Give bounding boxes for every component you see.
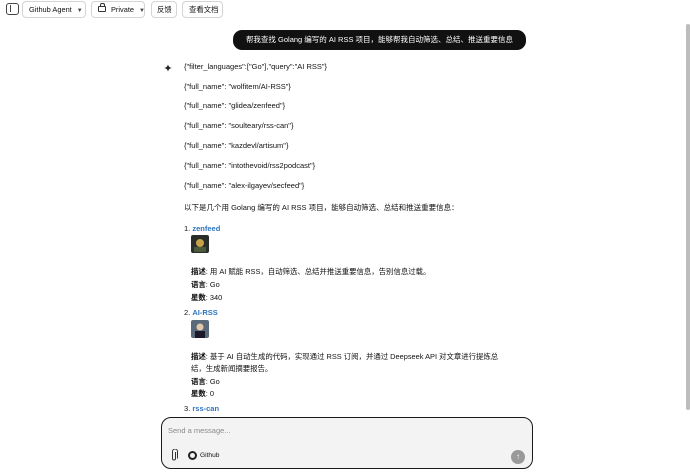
repo-avatar: [191, 320, 209, 338]
repo-link-ai-rss[interactable]: AI-RSS: [192, 308, 217, 317]
user-message: 帮我查找 Golang 编写的 AI RSS 项目，能够帮我自动筛选、总结、推送…: [233, 30, 526, 50]
tool-line: {"full_name": "intothevoid/rss2podcast"}: [184, 161, 316, 170]
scrollbar-thumb[interactable]: [686, 24, 690, 410]
tool-line: {"full_name": "glidea/zenfeed"}: [184, 101, 286, 110]
tool-line: {"full_name": "alex-ilgayev/secfeed"}: [184, 181, 305, 190]
github-chip[interactable]: Github: [200, 450, 219, 462]
result-stars: 星数: 0: [191, 387, 214, 400]
agent-select[interactable]: Github Agent ▼: [22, 1, 86, 18]
description-text: : 用 AI 赋能 RSS，自动筛选、总结并推送重要信息，告别信息过载。: [205, 267, 431, 276]
tool-line: {"full_name": "soulteary/rss-can"}: [184, 121, 294, 130]
repo-link-zenfeed[interactable]: zenfeed: [192, 224, 220, 233]
send-button[interactable]: ↑: [511, 450, 525, 464]
docs-button-label: 查看文档: [189, 5, 219, 14]
result-item: 1. zenfeed: [184, 224, 220, 233]
result-description: 描述: 用 AI 赋能 RSS，自动筛选、总结并推送重要信息，告别信息过载。: [191, 265, 430, 278]
lock-icon: [98, 3, 106, 12]
chevron-down-icon: ▼: [139, 8, 145, 14]
answer-intro: 以下是几个用 Golang 编写的 AI RSS 项目，能够自动筛选、总结和推送…: [184, 203, 459, 212]
language-label: 语言: [191, 280, 206, 289]
result-number: 2.: [184, 308, 191, 317]
sparkle-icon: ✦: [163, 63, 173, 75]
tool-line: {"full_name": "kazdevl/artisum"}: [184, 141, 289, 150]
stars-label: 星数: [191, 293, 206, 302]
description-label: 描述: [191, 352, 206, 361]
chevron-down-icon: ▼: [76, 8, 83, 14]
tool-line: {"full_name": "wolfitem/AI-RSS"}: [184, 82, 291, 91]
stars-value: : 340: [205, 293, 223, 302]
visibility-select[interactable]: Private ▼: [91, 1, 145, 18]
language-label: 语言: [191, 377, 206, 386]
repo-avatar: [191, 235, 209, 253]
github-icon: [188, 451, 197, 460]
agent-select-label: Github Agent: [29, 5, 72, 14]
description-text: : 基于 AI 自动生成的代码，实现通过 RSS 订阅，并通过 Deepseek…: [205, 352, 499, 361]
top-bar: Github Agent ▼ Private ▼ 反馈 查看文档: [0, 0, 690, 20]
stars-label: 星数: [191, 389, 206, 398]
result-language: 语言: Go: [191, 278, 220, 291]
stars-value: : 0: [205, 389, 215, 398]
result-number: 3.: [184, 404, 191, 413]
paperclip-icon[interactable]: [170, 449, 178, 462]
docs-button[interactable]: 查看文档: [182, 1, 223, 18]
description-label: 描述: [191, 267, 206, 276]
sidebar-toggle-icon[interactable]: [6, 3, 19, 15]
language-value: : Go: [205, 280, 220, 289]
result-description-cont: 结，生成新闻摘要报告。: [191, 364, 273, 373]
language-value: : Go: [205, 377, 220, 386]
tool-line: {"filter_languages":["Go"],"query":"AI R…: [184, 62, 328, 71]
result-stars: 星数: 340: [191, 291, 222, 304]
arrow-up-icon: ↑: [516, 452, 520, 461]
visibility-select-label: Private: [111, 5, 135, 14]
feedback-button[interactable]: 反馈: [151, 1, 177, 18]
result-number: 1.: [184, 224, 191, 233]
repo-link-rss-can[interactable]: rss-can: [192, 404, 219, 413]
result-item: 3. rss-can: [184, 404, 219, 413]
message-input[interactable]: [168, 424, 498, 436]
feedback-button-label: 反馈: [157, 5, 172, 14]
result-item: 2. AI-RSS: [184, 308, 218, 317]
